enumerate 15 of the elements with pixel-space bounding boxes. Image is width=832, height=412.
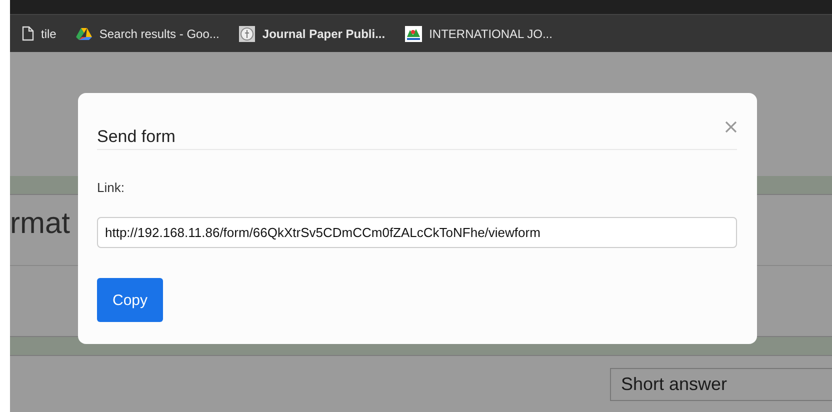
link-label: Link: [97,180,126,195]
seal-icon [239,26,256,42]
bookmark-label[interactable]: tile [41,26,56,40]
form-heading: rmat [10,207,70,241]
copy-button[interactable]: Copy [97,278,163,322]
logo-icon [405,26,422,42]
close-icon[interactable] [725,121,737,133]
document-icon [22,26,34,41]
question-type-dropdown[interactable]: Short answer [610,368,832,401]
link-field[interactable]: http://192.168.11.86/form/66QkXtrSv5CDmCCm0fZALcCkToNFhe/viewform [97,217,737,248]
bookmark-label[interactable]: Journal Paper Publi... [262,26,386,40]
bookmark-label[interactable]: INTERNATIONAL JO... [429,26,552,40]
triangle-icon [76,26,92,40]
dialog-title: Send form [97,127,176,147]
bookmark-label[interactable]: Search results - Goo... [99,26,220,40]
